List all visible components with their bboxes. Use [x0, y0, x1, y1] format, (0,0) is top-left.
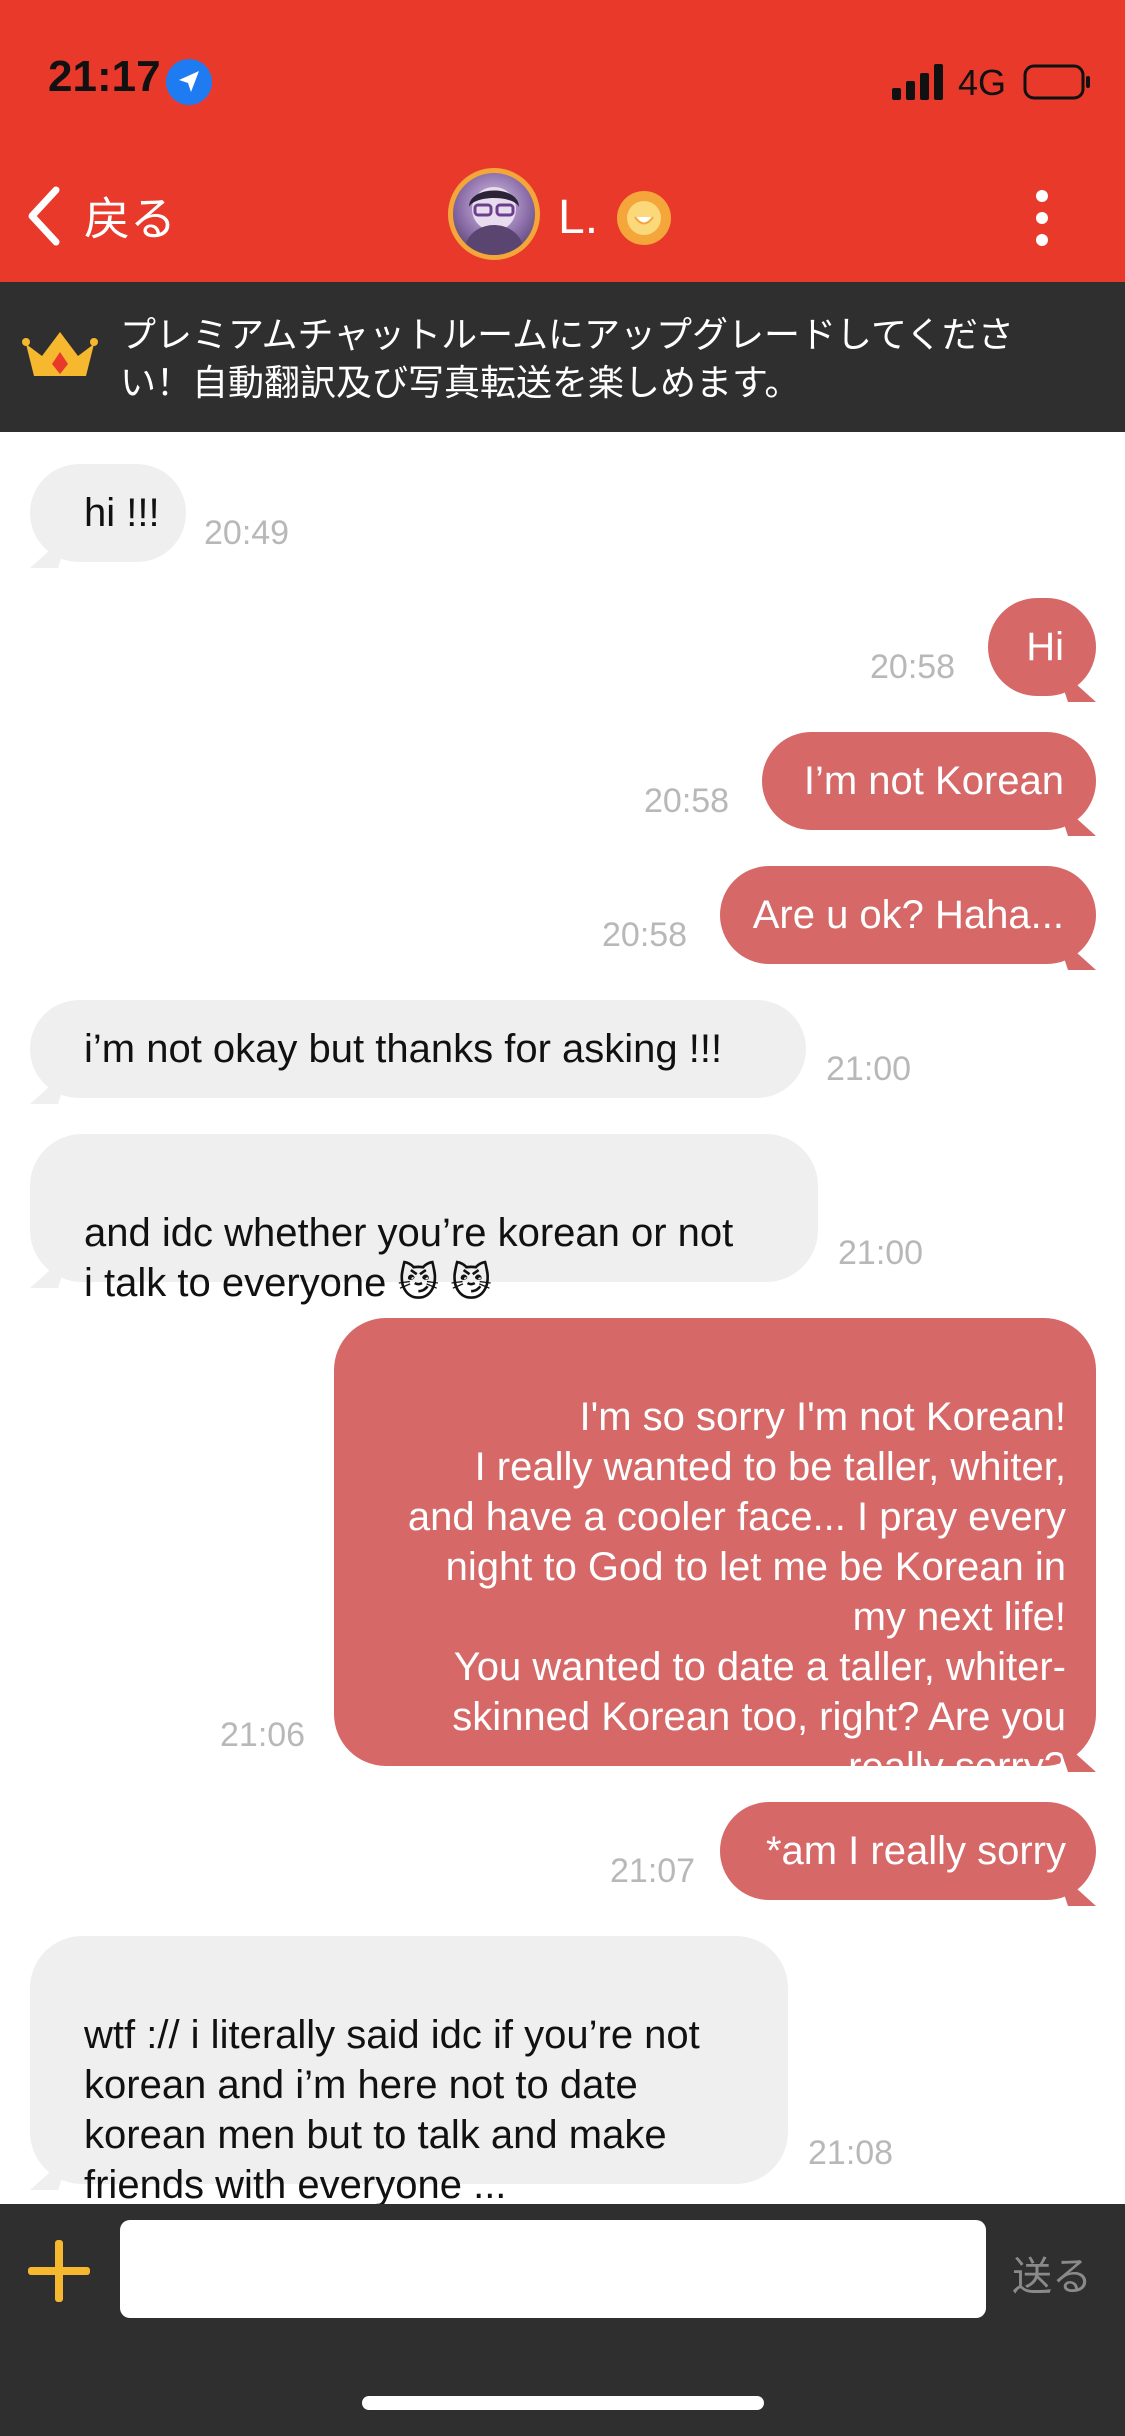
message-bubble-incoming[interactable]: wtf :// i literally said idc if you’re n…: [30, 1936, 788, 2207]
back-label: 戻る: [84, 193, 176, 245]
message-text: I’m not Korean: [803, 759, 1064, 803]
signal-bars-icon: [892, 64, 943, 100]
message-text: i’m not okay but thanks for asking !!!: [84, 1027, 723, 1071]
send-button[interactable]: 送る: [1012, 2244, 1092, 2302]
message-time: 21:00: [826, 1050, 912, 1088]
message-time: 20:58: [602, 916, 688, 954]
message-bubble-outgoing[interactable]: I’m not Korean: [762, 732, 1096, 830]
message-text: *am I really sorry: [765, 1829, 1066, 1873]
message-text: Hi: [1026, 625, 1064, 669]
back-button[interactable]: 戻る: [22, 180, 176, 252]
message-text: I'm so sorry I'm not Korean! I really wa…: [407, 1395, 1066, 1789]
message-time: 20:58: [644, 782, 730, 820]
contact-name[interactable]: L.: [558, 190, 598, 245]
message-bubble-outgoing[interactable]: I'm so sorry I'm not Korean! I really wa…: [334, 1318, 1096, 1789]
message-text: and idc whether you’re korean or not i t…: [84, 1211, 734, 1305]
message-bubble-outgoing[interactable]: Are u ok? Haha...: [720, 866, 1096, 964]
contact-avatar[interactable]: [448, 168, 540, 260]
plus-icon[interactable]: [26, 2238, 92, 2304]
network-label: 4G: [958, 62, 1007, 103]
more-options-button[interactable]: [1022, 186, 1062, 250]
top-bar: 21:17 4G 戻る L.: [0, 0, 1125, 282]
crown-icon: [22, 332, 98, 376]
message-time: 21:06: [220, 1716, 306, 1754]
message-text: hi !!!: [84, 491, 160, 535]
message-time: 20:49: [204, 514, 290, 552]
battery-icon: [1023, 64, 1090, 100]
message-bubble-incoming[interactable]: i’m not okay but thanks for asking !!!: [30, 1000, 806, 1098]
home-indicator: [362, 2396, 764, 2410]
message-bubble-outgoing[interactable]: *am I really sorry: [720, 1802, 1096, 1900]
chevron-left-icon: [28, 186, 60, 246]
location-arrow-icon: [166, 59, 212, 105]
message-time: 21:00: [838, 1234, 924, 1272]
message-text: wtf :// i literally said idc if you’re n…: [84, 2013, 700, 2207]
message-bubble-incoming[interactable]: and idc whether you’re korean or not i t…: [30, 1134, 818, 1305]
chat-message-list[interactable]: hi !!! 20:49 Hi 20:58 I’m not Korean 20:…: [0, 432, 1125, 2207]
smile-badge-icon: [617, 191, 671, 245]
message-input[interactable]: [120, 2220, 986, 2318]
message-time: 21:08: [808, 2134, 894, 2172]
status-time: 21:17: [48, 52, 161, 101]
premium-banner-text: プレミアムチャットルームにアップグレードしてください！自動翻訳及び写真転送を楽し…: [120, 315, 1014, 404]
message-time: 20:58: [870, 648, 956, 686]
message-bubble-incoming[interactable]: hi !!!: [30, 464, 186, 562]
message-text: Are u ok? Haha...: [752, 893, 1064, 937]
message-time: 21:07: [610, 1852, 696, 1890]
avatar-photo: [463, 187, 525, 255]
message-bubble-outgoing[interactable]: Hi: [988, 598, 1096, 696]
